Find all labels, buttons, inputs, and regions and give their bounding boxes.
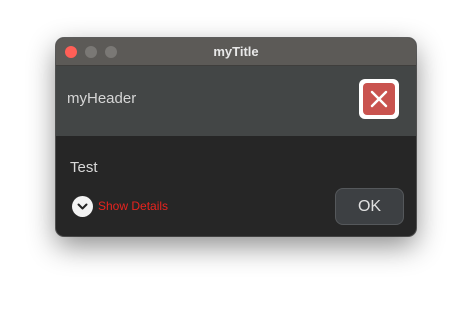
close-x-icon bbox=[359, 79, 399, 119]
window-title: myTitle bbox=[213, 44, 259, 59]
title-bar[interactable]: myTitle bbox=[56, 38, 416, 66]
close-x-glyph bbox=[370, 90, 388, 108]
dialog-window: myTitle myHeader Test Show Details OK bbox=[56, 38, 416, 236]
show-details-label[interactable]: Show Details bbox=[98, 199, 168, 213]
chevron-down-icon[interactable] bbox=[72, 196, 93, 217]
content-text: Test bbox=[70, 159, 98, 176]
ok-button[interactable]: OK bbox=[335, 188, 404, 225]
header-text: myHeader bbox=[67, 90, 137, 107]
